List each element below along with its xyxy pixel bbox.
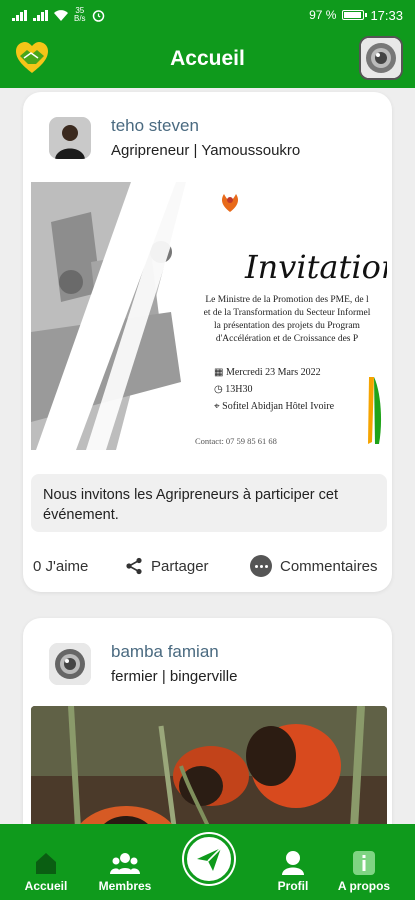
status-bar: 35 B/s 97 % 17:33 — [0, 0, 415, 30]
post-caption: Nous invitons les Agripreneurs à partici… — [31, 474, 387, 532]
wifi-icon — [54, 9, 68, 21]
nav-apropos[interactable]: A propos — [329, 850, 399, 893]
nav-membres-label: Membres — [98, 879, 152, 893]
invitation-line-2: et de la Transformation du Secteur Infor… — [203, 308, 371, 318]
comments-button[interactable]: Commentaires — [250, 555, 378, 577]
user-avatar[interactable] — [359, 36, 403, 80]
nav-accueil-label: Accueil — [24, 879, 68, 893]
battery-percent: 97 % — [309, 8, 337, 22]
author-name[interactable]: bamba famian — [111, 642, 237, 662]
event-venue: Sofitel Abidjan Hôtel Ivoire — [222, 401, 335, 412]
like-button[interactable]: 0 J'aime — [33, 558, 88, 575]
network-speed-unit: B/s — [74, 14, 86, 23]
battery-level-fill — [344, 12, 361, 18]
network-speed: 35 B/s — [74, 7, 86, 23]
app-bar: Accueil — [0, 30, 415, 88]
nav-profil-label: Profil — [277, 879, 309, 893]
comments-label: Commentaires — [280, 557, 378, 575]
post-card: bamba famian fermier | bingerville — [23, 618, 392, 824]
members-icon — [110, 853, 140, 874]
share-button[interactable]: Partager — [125, 557, 209, 575]
clock-icon: ◷ — [214, 384, 226, 395]
clock: 17:33 — [370, 7, 403, 23]
signal-icon-2 — [33, 9, 48, 21]
invitation-heading: Invitation — [245, 248, 387, 286]
nav-profil[interactable]: Profil — [258, 850, 328, 893]
post-header: bamba famian fermier | bingerville — [49, 642, 237, 685]
home-icon — [36, 853, 56, 874]
invitation-line-4: d'Accélération et de Croissance des P — [215, 334, 359, 344]
battery-icon — [342, 10, 368, 20]
event-time: 13H30 — [225, 384, 253, 395]
nav-accueil[interactable]: Accueil — [11, 850, 81, 893]
author-name[interactable]: teho steven — [111, 116, 300, 136]
post-image[interactable] — [31, 706, 387, 824]
app-logo-icon[interactable] — [14, 40, 50, 76]
calendar-icon: ▦ — [214, 367, 226, 378]
invitation-contact: Contact: 07 59 85 61 68 — [195, 436, 277, 446]
event-date: Mercredi 23 Mars 2022 — [225, 367, 321, 378]
author-avatar[interactable] — [49, 642, 91, 685]
author-avatar[interactable] — [49, 116, 91, 159]
author-subtitle: fermier | bingerville — [111, 668, 238, 685]
signal-icon — [12, 9, 27, 21]
bottom-navigation: Accueil Membres Profil A propos — [0, 824, 415, 900]
author-subtitle: Agripreneur | Yamoussoukro — [111, 142, 301, 159]
feed[interactable]: teho steven Agripreneur | Yamoussoukro I… — [0, 88, 415, 824]
post-card: teho steven Agripreneur | Yamoussoukro I… — [23, 92, 392, 592]
new-post-button[interactable] — [184, 834, 234, 884]
info-icon — [353, 851, 375, 875]
post-image[interactable]: Invitation Le Ministre de la Promotion d… — [31, 182, 387, 450]
location-icon: ⌖ — [214, 401, 223, 412]
post-header: teho steven Agripreneur | Yamoussoukro — [49, 116, 300, 159]
nav-membres[interactable]: Membres — [90, 850, 160, 893]
invitation-line-1: Le Ministre de la Promotion des PME, de … — [205, 295, 369, 305]
ministry-emblem-icon — [222, 194, 238, 212]
invitation-line-3: la présentation des projets du Program — [214, 321, 360, 331]
share-label: Partager — [151, 557, 209, 575]
nav-apropos-label: A propos — [337, 879, 391, 893]
comment-icon — [250, 555, 272, 577]
send-icon — [197, 847, 222, 871]
share-icon — [126, 557, 142, 575]
profile-icon — [282, 851, 304, 875]
alarm-icon — [92, 9, 104, 22]
post-actions: 0 J'aime Partager Commentaires — [23, 552, 392, 580]
page-title: Accueil — [170, 47, 245, 70]
